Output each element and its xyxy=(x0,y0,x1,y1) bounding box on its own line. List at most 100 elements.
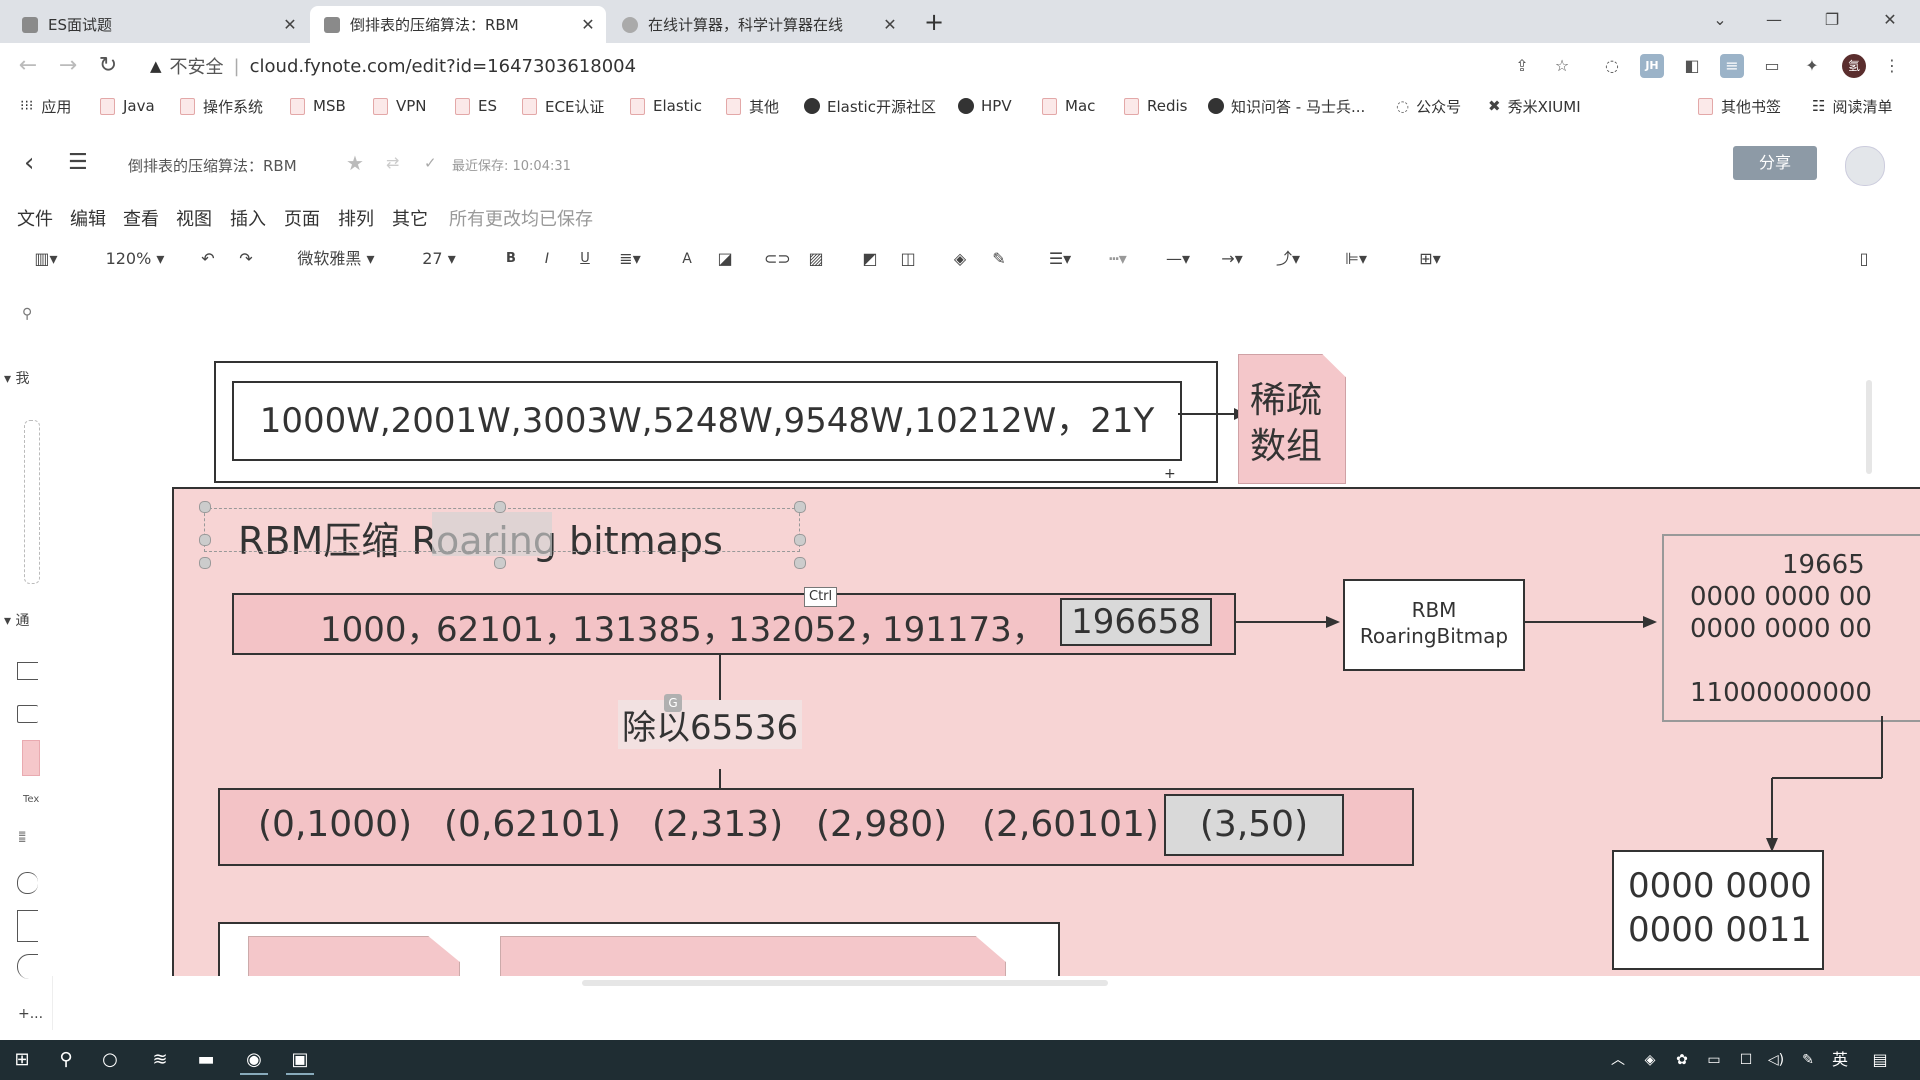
text-background-icon[interactable]: ◪ xyxy=(714,246,736,272)
user-avatar[interactable] xyxy=(1845,146,1885,186)
back-button[interactable]: ← xyxy=(14,52,42,80)
font-size-dropdown[interactable]: 27 ▾ xyxy=(414,246,464,272)
bookmark-java[interactable]: Java xyxy=(100,96,155,116)
bookmark-gzh[interactable]: ◌ 公众号 xyxy=(1396,96,1461,116)
resize-handle[interactable] xyxy=(794,501,806,513)
bookmark-elastic-community[interactable]: Elastic开源社区 xyxy=(804,96,936,116)
bring-front-icon[interactable]: ◩ xyxy=(858,246,882,272)
table-icon[interactable]: ⊞▾ xyxy=(1408,246,1452,272)
tab-es-interview[interactable]: ES面试题 ✕ xyxy=(8,6,308,43)
italic-button[interactable]: I xyxy=(536,246,558,272)
bookmark-vpn[interactable]: VPN xyxy=(373,96,427,116)
bookmark-es[interactable]: ES xyxy=(455,96,497,116)
menu-other[interactable]: 其它 xyxy=(392,205,428,231)
tab-rbm[interactable]: 倒排表的压缩算法：RBM ✕ xyxy=(310,6,606,43)
resize-handle[interactable] xyxy=(199,557,211,569)
close-tab-icon[interactable]: ✕ xyxy=(878,15,902,34)
shape-square[interactable] xyxy=(17,910,38,942)
close-tab-icon[interactable]: ✕ xyxy=(576,15,600,34)
bottom-note-2[interactable] xyxy=(500,936,1006,976)
document-title[interactable]: 倒排表的压缩算法：RBM xyxy=(128,155,297,176)
menu-display[interactable]: 视图 xyxy=(176,205,212,231)
line-start-icon[interactable]: —▾ xyxy=(1156,246,1200,272)
vertical-scrollbar[interactable] xyxy=(1866,380,1872,474)
resize-handle[interactable] xyxy=(494,557,506,569)
profile-avatar[interactable]: 氢 xyxy=(1842,54,1866,78)
bold-button[interactable]: B xyxy=(500,246,522,272)
bookmark-qa[interactable]: 知识问答 - 马士兵... xyxy=(1208,96,1365,116)
extension-icon[interactable]: ◌ xyxy=(1600,54,1624,78)
link-icon[interactable]: ⊂⊃ xyxy=(764,246,791,272)
underline-button[interactable]: U xyxy=(574,246,596,272)
line-color-icon[interactable]: ✎ xyxy=(986,246,1012,272)
layout-panel-icon[interactable]: ▥▾ xyxy=(26,246,66,272)
divide-label[interactable]: 除以65536 xyxy=(618,700,803,749)
menu-page[interactable]: 页面 xyxy=(284,205,320,231)
browser-taskbar-icon[interactable]: ◉ xyxy=(240,1047,268,1075)
ime-indicator[interactable]: 英 xyxy=(1826,1047,1854,1073)
shape-rectangle-open[interactable] xyxy=(17,662,38,680)
windows-start-icon[interactable]: ⊞ xyxy=(8,1047,36,1073)
resize-handle[interactable] xyxy=(794,557,806,569)
font-family-dropdown[interactable]: 微软雅黑 ▾ xyxy=(288,246,384,272)
video-extension-icon[interactable]: ▭ xyxy=(1760,54,1784,78)
pen-icon[interactable]: ✎ xyxy=(1794,1047,1822,1073)
align-shapes-icon[interactable]: ⊫▾ xyxy=(1334,246,1378,272)
shape-text-block[interactable]: ≡ ≡ xyxy=(18,830,26,846)
horizontal-scrollbar[interactable] xyxy=(582,980,1108,986)
search-icon[interactable]: ⚲ xyxy=(22,306,32,322)
format-panel-toggle-icon[interactable]: ▯ xyxy=(1852,246,1876,272)
share-page-icon[interactable]: ⇪ xyxy=(1510,54,1534,78)
cortana-icon[interactable]: ○ xyxy=(96,1047,124,1073)
volume-icon[interactable]: ◁) xyxy=(1762,1047,1790,1073)
tray-chevron-icon[interactable]: ︿ xyxy=(1604,1047,1632,1073)
section-collapse-icon[interactable]: ▾ 我 xyxy=(4,368,29,388)
menu-file[interactable]: 文件 xyxy=(17,205,53,231)
editor-taskbar-icon[interactable]: ▣ xyxy=(286,1047,314,1075)
bookmark-ece[interactable]: ECE认证 xyxy=(522,96,604,116)
hamburger-menu-icon[interactable]: ☰ xyxy=(68,150,88,175)
forward-button[interactable]: → xyxy=(54,52,82,80)
menu-edit[interactable]: 编辑 xyxy=(70,205,106,231)
add-handle-icon[interactable]: + xyxy=(1164,466,1176,482)
new-tab-button[interactable]: + xyxy=(918,8,950,36)
close-window-button[interactable]: ✕ xyxy=(1870,6,1910,34)
tray-app-icon[interactable]: ◈ xyxy=(1636,1047,1664,1073)
tray-app-icon[interactable]: ✿ xyxy=(1668,1047,1696,1073)
bookmark-reading-list[interactable]: ☷ 阅读清单 xyxy=(1812,96,1892,116)
align-dropdown-icon[interactable]: ≣▾ xyxy=(610,246,650,272)
sparse-array-box[interactable]: 1000W,2001W,3003W,5248W,9548W,10212W，21Y xyxy=(232,381,1182,461)
reader-extension-icon[interactable]: ≡ xyxy=(1720,54,1744,78)
connector-style-icon[interactable]: ⤴▾ xyxy=(1266,246,1310,272)
bookmark-apps[interactable]: ⁝⁝⁝ 应用 xyxy=(20,96,71,116)
file-explorer-icon[interactable]: ▬ xyxy=(192,1047,220,1073)
menu-insert[interactable]: 插入 xyxy=(230,205,266,231)
bookmark-other-bookmarks[interactable]: 其他书签 xyxy=(1698,96,1781,116)
bookmark-os[interactable]: 操作系统 xyxy=(180,96,263,116)
restore-button[interactable]: ❐ xyxy=(1812,6,1852,34)
notification-icon[interactable]: ▤ xyxy=(1866,1047,1894,1073)
close-tab-icon[interactable]: ✕ xyxy=(278,15,302,34)
send-back-icon[interactable]: ◫ xyxy=(896,246,920,272)
bookmark-star-icon[interactable]: ☆ xyxy=(1550,54,1574,78)
shape-pink-rect[interactable] xyxy=(22,740,40,776)
section-collapse-icon[interactable]: ▾ 通 xyxy=(4,610,29,630)
diagram-canvas[interactable]: 1000W,2001W,3003W,5248W,9548W,10212W，21Y… xyxy=(52,290,1920,976)
network-icon[interactable]: ☐ xyxy=(1732,1047,1760,1073)
fill-color-icon[interactable]: ◈ xyxy=(948,246,972,272)
browser-menu-icon[interactable]: ⋮ xyxy=(1880,54,1904,78)
menu-arrange[interactable]: 排列 xyxy=(338,205,374,231)
battery-icon[interactable]: ▭ xyxy=(1700,1047,1728,1073)
taskbar-search-icon[interactable]: ⚲ xyxy=(52,1047,80,1073)
bookmark-mac[interactable]: Mac xyxy=(1042,96,1095,116)
line-width-icon[interactable]: ☰▾ xyxy=(1040,246,1080,272)
redo-icon[interactable]: ↷ xyxy=(234,246,258,272)
shape-ellipse[interactable] xyxy=(17,872,38,894)
shape-rounded-rectangle[interactable] xyxy=(17,705,38,723)
translate-extension-icon[interactable]: ◧ xyxy=(1680,54,1704,78)
puzzle-extensions-icon[interactable]: ✦ xyxy=(1800,54,1824,78)
bookmark-redis[interactable]: Redis xyxy=(1124,96,1187,116)
taskbar-app-icon[interactable]: ≋ xyxy=(146,1047,174,1073)
sidebar-shape-preview[interactable] xyxy=(24,420,40,584)
bottom-note-1[interactable] xyxy=(248,936,460,976)
